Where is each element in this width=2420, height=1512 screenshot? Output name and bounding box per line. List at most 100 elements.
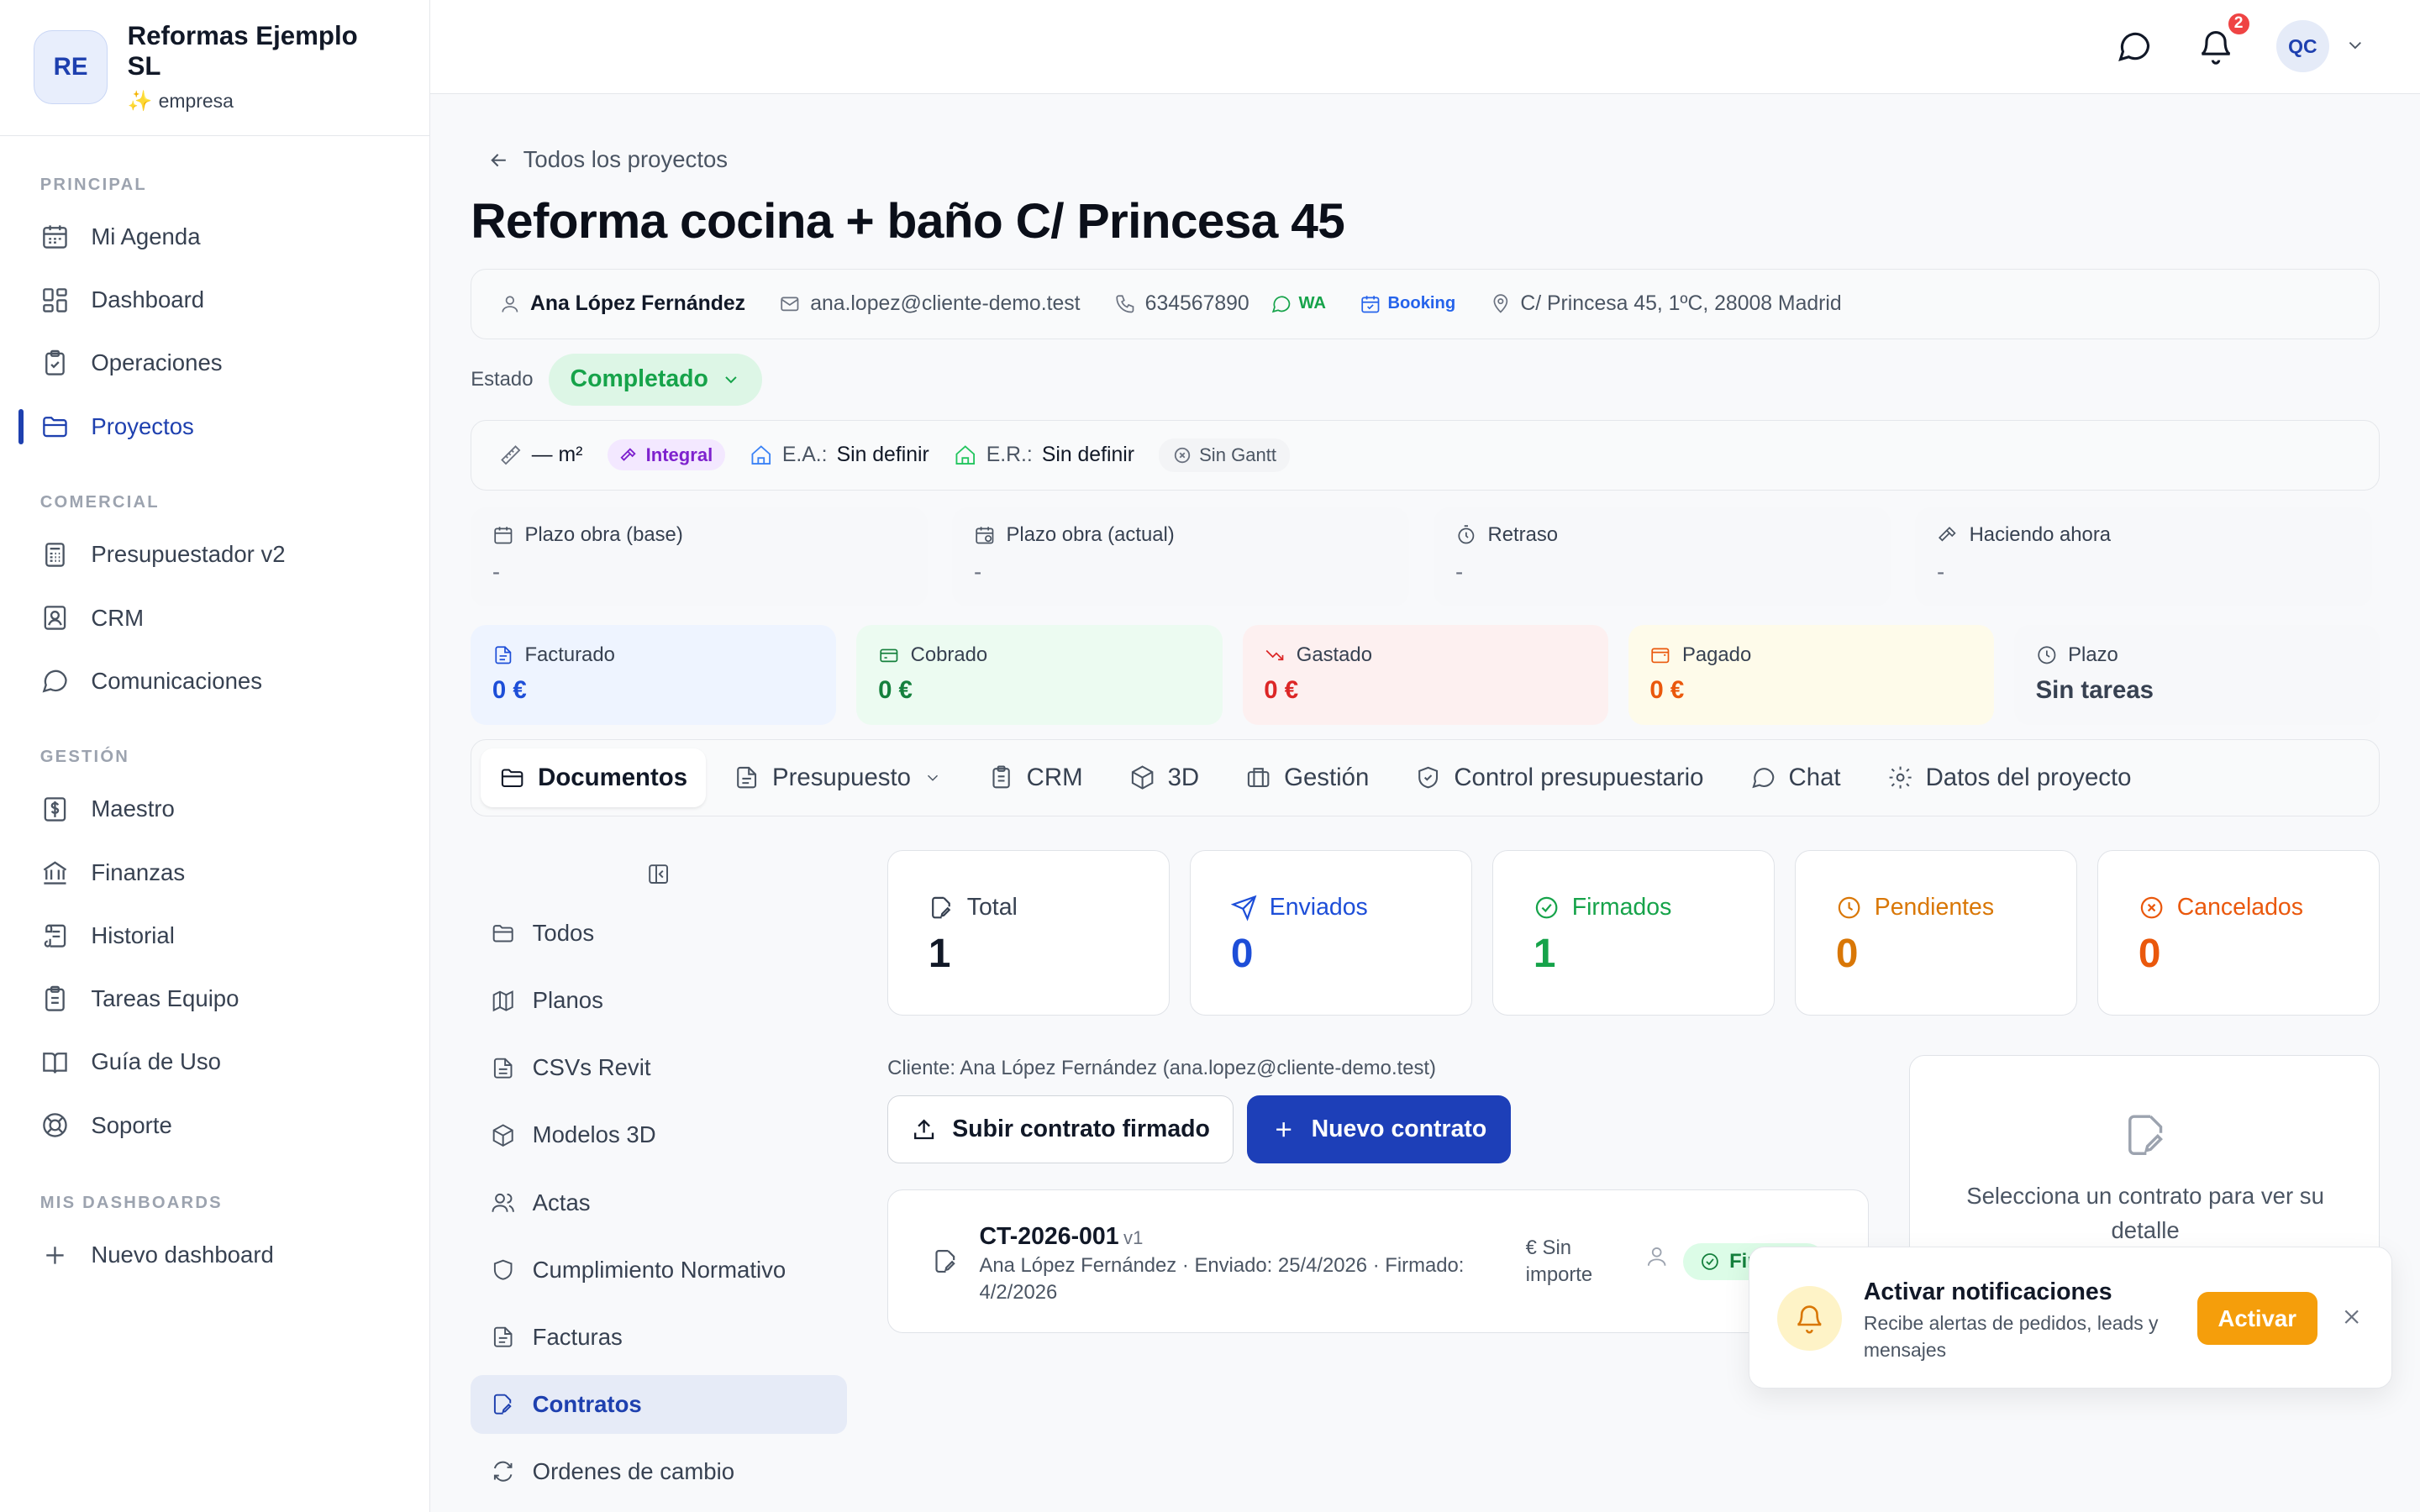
doc-category-actas[interactable]: Actas bbox=[471, 1173, 847, 1232]
hammer-icon bbox=[620, 448, 637, 461]
sidebar-item-label: Guía de Uso bbox=[91, 1048, 221, 1075]
map-icon bbox=[492, 990, 513, 1011]
doc-category-contratos[interactable]: Contratos bbox=[471, 1374, 848, 1434]
org-switcher[interactable]: RE Reformas Ejemplo SL ✨ empresa bbox=[0, 0, 430, 136]
tab-datos-del-proyecto[interactable]: Datos del proyecto bbox=[1869, 748, 2150, 807]
whatsapp-link[interactable]: WA bbox=[1270, 293, 1326, 315]
file-spreadsheet-icon bbox=[493, 1058, 513, 1079]
er-value: Sin definir bbox=[1041, 443, 1135, 466]
sidebar-item-finanzas[interactable]: Finanzas bbox=[0, 841, 430, 904]
dollar-doc-icon bbox=[44, 797, 66, 822]
sidebar-item-presupuestador-v2[interactable]: Presupuestador v2 bbox=[0, 523, 430, 586]
chevron-down-icon[interactable] bbox=[2344, 34, 2366, 55]
doc-category-ordenes-de-cambio[interactable]: Ordenes de cambio bbox=[471, 1442, 847, 1501]
back-to-projects-link[interactable]: Todos los proyectos bbox=[487, 146, 728, 173]
user-avatar[interactable]: QC bbox=[2276, 19, 2329, 73]
sidebar-item-dashboard[interactable]: Dashboard bbox=[0, 269, 430, 332]
sidebar-item-label: Nuevo dashboard bbox=[91, 1242, 274, 1268]
doc-category-csvs-revit[interactable]: CSVs Revit bbox=[471, 1038, 847, 1097]
timer-icon bbox=[1458, 525, 1475, 544]
sidebar-item-historial[interactable]: Historial bbox=[0, 904, 430, 967]
sidebar-item-label: Tareas Equipo bbox=[91, 985, 239, 1012]
client-name-text: Ana López Fernández bbox=[529, 291, 746, 315]
upload-signed-contract-button[interactable]: Subir contrato firmado bbox=[887, 1095, 1234, 1163]
new-contract-label: Nuevo contrato bbox=[1311, 1115, 1487, 1142]
sidebar-item-label: Maestro bbox=[91, 795, 175, 822]
tab-3d[interactable]: 3D bbox=[1111, 748, 1218, 807]
sidebar-item-mi-agenda[interactable]: Mi Agenda bbox=[0, 205, 430, 268]
folder-icon bbox=[492, 925, 513, 942]
sidebar-item-operaciones[interactable]: Operaciones bbox=[0, 332, 430, 395]
app-root: RE Reformas Ejemplo SL ✨ empresa PRINCIP… bbox=[0, 0, 2420, 1512]
sidebar-item-comunicaciones[interactable]: Comunicaciones bbox=[0, 649, 430, 712]
stat-card-firmados[interactable]: Firmados 1 bbox=[1492, 850, 1776, 1016]
finance-label: Cobrado bbox=[878, 643, 1201, 667]
calendar-icon bbox=[42, 225, 67, 249]
project-specs-bar: — m² Integral E.A.: Sin definir E.R.: Si… bbox=[471, 419, 2381, 491]
check-circle-icon bbox=[1535, 897, 1558, 919]
client-email[interactable]: ana.lopez@cliente-demo.test bbox=[779, 292, 1081, 316]
client-phone[interactable]: 634567890 bbox=[1114, 292, 1249, 316]
doc-category-label: Modelos 3D bbox=[532, 1121, 656, 1148]
kpi-label-text: Retraso bbox=[1487, 522, 1559, 546]
tab-chat[interactable]: Chat bbox=[1732, 748, 1860, 807]
close-icon[interactable] bbox=[2339, 1305, 2364, 1329]
kpi-value: - bbox=[973, 559, 982, 585]
tab-documentos[interactable]: Documentos bbox=[481, 748, 707, 807]
calendar-clock-icon bbox=[976, 526, 994, 544]
kpi-label-text: Haciendo ahora bbox=[1969, 522, 2112, 546]
finance-label-text: Cobrado bbox=[910, 643, 988, 666]
doc-category-cumplimiento-normativo[interactable]: Cumplimiento Normativo bbox=[471, 1241, 847, 1299]
new-contract-button[interactable]: Nuevo contrato bbox=[1247, 1095, 1512, 1163]
kpi-card: Plazo obra (actual) - bbox=[952, 507, 1409, 606]
contracts-client-line: Cliente: Ana López Fernández (ana.lopez@… bbox=[887, 1057, 1436, 1080]
org-plan-label: empresa bbox=[158, 90, 234, 113]
chat-icon[interactable] bbox=[2116, 28, 2153, 65]
kpi-card: Plazo obra (base) - bbox=[471, 507, 928, 606]
area-value: — m² bbox=[531, 443, 583, 466]
stat-card-cancelados[interactable]: Cancelados 0 bbox=[2097, 850, 2381, 1016]
home-icon bbox=[751, 445, 771, 465]
tab-crm[interactable]: CRM bbox=[970, 748, 1102, 807]
stat-card-total[interactable]: Total 1 bbox=[887, 850, 1171, 1016]
chevron-down-icon bbox=[724, 376, 737, 384]
panel-collapse-icon[interactable] bbox=[645, 861, 671, 887]
tab-presupuesto[interactable]: Presupuesto bbox=[715, 748, 960, 807]
sidebar-item-proyectos[interactable]: Proyectos bbox=[0, 395, 430, 458]
estado-dropdown[interactable]: Completado bbox=[548, 353, 763, 407]
users-icon bbox=[492, 1193, 514, 1212]
stat-label-text: Total bbox=[966, 894, 1018, 921]
stat-card-enviados[interactable]: Enviados 0 bbox=[1190, 850, 1473, 1016]
doc-category-label: Facturas bbox=[532, 1323, 623, 1350]
sidebar-item-guía-de-uso[interactable]: Guía de Uso bbox=[0, 1031, 430, 1094]
booking-link[interactable]: Booking bbox=[1360, 293, 1455, 315]
sidebar-section-title: COMERCIAL bbox=[39, 493, 160, 512]
clipboard-icon bbox=[45, 349, 65, 375]
credit-card-icon bbox=[880, 648, 898, 663]
contract-list-item[interactable]: CT-2026-001 v1 Ana López Fernández · Envi… bbox=[887, 1189, 1870, 1333]
document-edit-icon bbox=[931, 897, 951, 919]
sidebar-item-crm[interactable]: CRM bbox=[0, 586, 430, 649]
doc-category-planos[interactable]: Planos bbox=[471, 971, 847, 1030]
clock-icon bbox=[2037, 646, 2055, 664]
sidebar-item-label: Presupuestador v2 bbox=[91, 541, 286, 568]
sidebar-item-nuevo-dashboard[interactable]: Nuevo dashboard bbox=[0, 1223, 430, 1286]
estado-value: Completado bbox=[570, 365, 708, 393]
finance-value: 0 € bbox=[1649, 675, 1685, 704]
sidebar-item-soporte[interactable]: Soporte bbox=[0, 1094, 430, 1157]
lifebuoy-icon bbox=[42, 1113, 67, 1138]
booking-label: Booking bbox=[1387, 294, 1456, 313]
sidebar-item-tareas-equipo[interactable]: Tareas Equipo bbox=[0, 968, 430, 1031]
finance-value: 0 € bbox=[1264, 675, 1299, 704]
sidebar-item-maestro[interactable]: Maestro bbox=[0, 778, 430, 841]
doc-category-facturas[interactable]: Facturas bbox=[471, 1308, 847, 1367]
doc-category-modelos-3d[interactable]: Modelos 3D bbox=[471, 1106, 847, 1165]
tab-control-presupuestario[interactable]: Control presupuestario bbox=[1397, 748, 1722, 807]
stat-card-pendientes[interactable]: Pendientes 0 bbox=[1795, 850, 2078, 1016]
doc-category-todos[interactable]: Todos bbox=[471, 904, 847, 963]
tab-gestión[interactable]: Gestión bbox=[1227, 748, 1387, 807]
calendar-check-icon bbox=[1361, 296, 1380, 313]
activate-notifications-button[interactable]: Activar bbox=[2196, 1292, 2317, 1345]
finance-card: Gastado 0 € bbox=[1242, 624, 1608, 726]
contract-code-text: CT-2026-001 bbox=[979, 1222, 1119, 1250]
